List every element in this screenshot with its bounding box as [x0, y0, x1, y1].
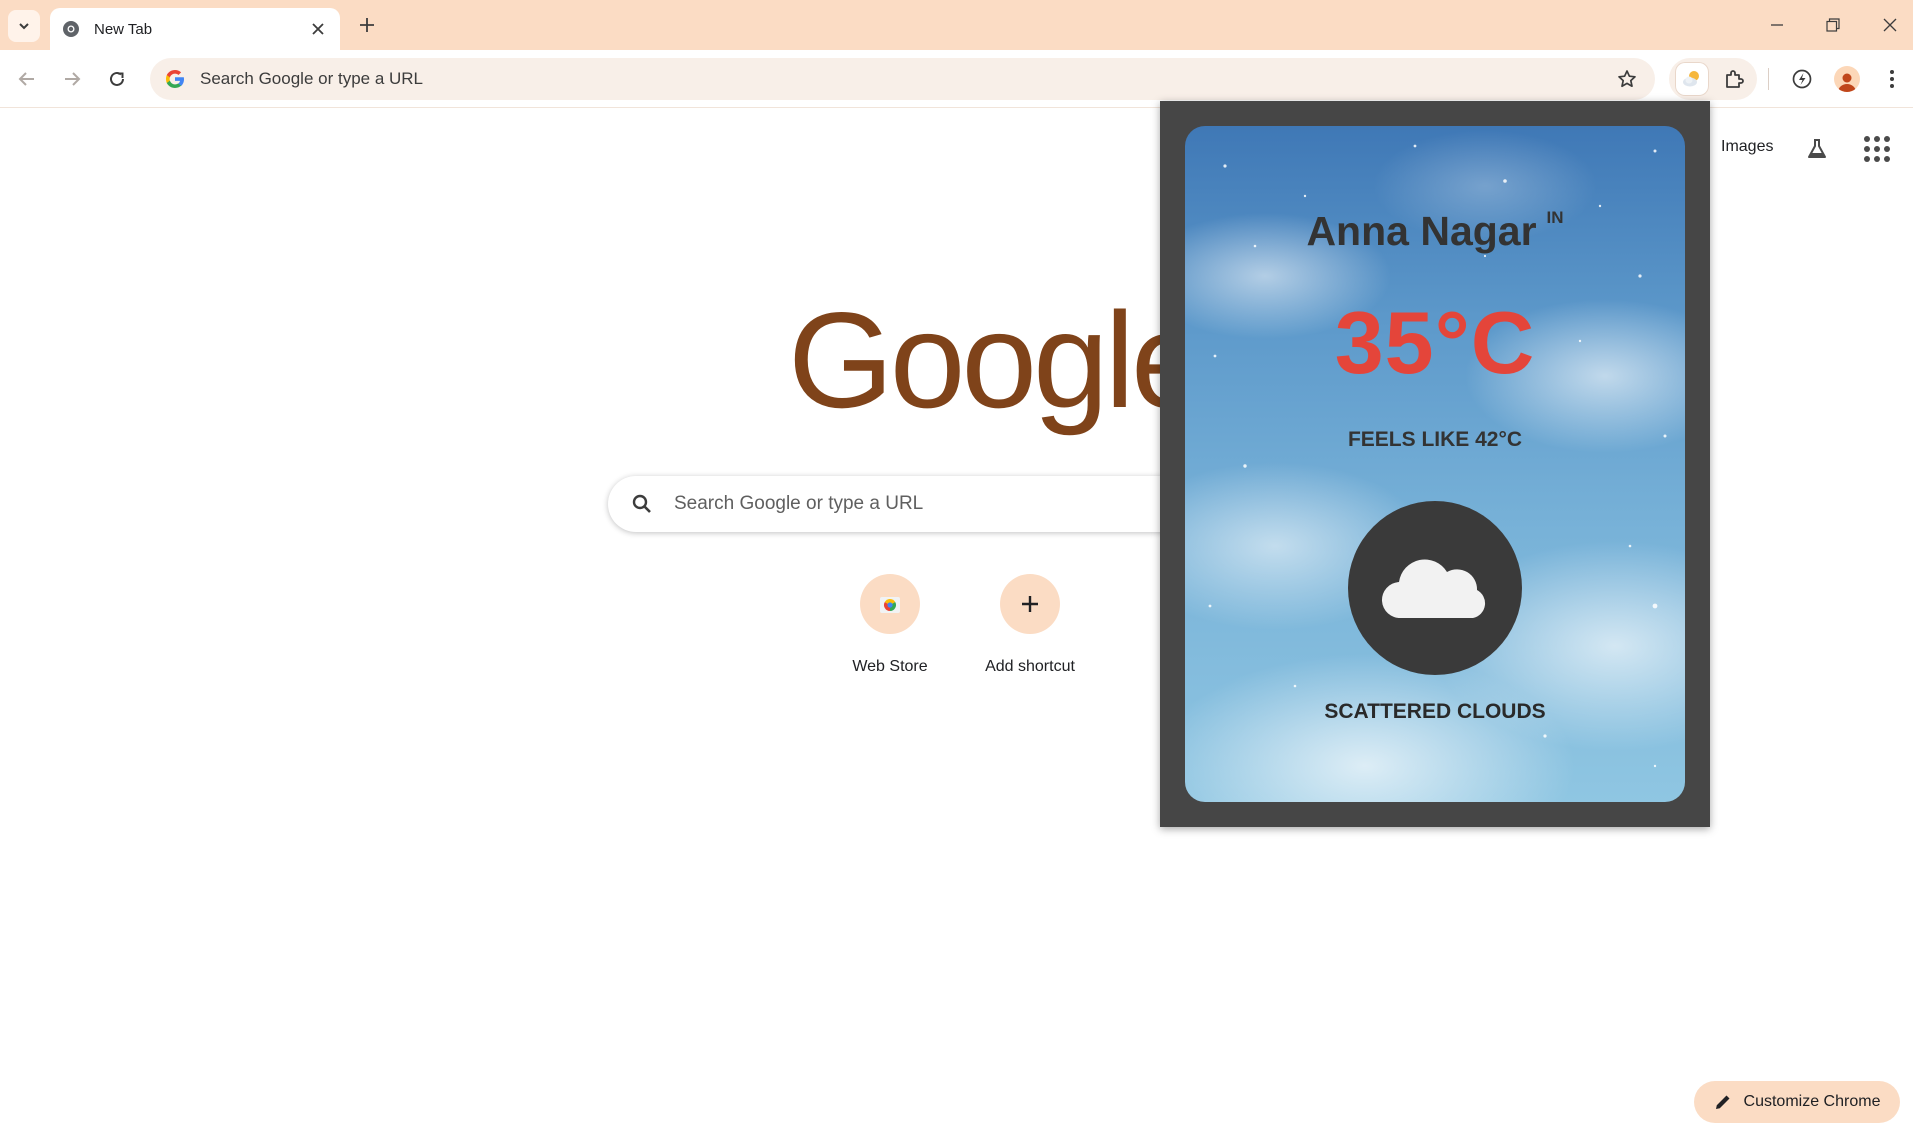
cloud-icon [1381, 559, 1486, 619]
apps-grid-dot [1874, 136, 1880, 142]
apps-grid-dot [1874, 146, 1880, 152]
minimize-icon [1771, 24, 1783, 26]
apps-grid-dot [1884, 146, 1890, 152]
tab-strip: New Tab [0, 0, 1913, 50]
avatar [1834, 66, 1860, 92]
country-code: IN [1546, 208, 1564, 227]
weather-icon-badge [1348, 501, 1522, 675]
temperature: 35°C [1334, 293, 1536, 392]
apps-grid-dot [1874, 156, 1880, 162]
performance-icon [1792, 69, 1812, 89]
google-apps-button[interactable] [1862, 134, 1892, 164]
chevron-down-icon [19, 23, 29, 30]
apps-grid-dot [1864, 146, 1870, 152]
person-icon [1838, 73, 1856, 92]
reload-icon [110, 71, 124, 86]
extensions-group [1669, 58, 1757, 100]
weather-extension-icon [1683, 71, 1699, 87]
google-g-icon [166, 70, 184, 88]
tab-search-button[interactable] [8, 10, 40, 42]
address-bar[interactable]: Search Google or type a URL [150, 58, 1655, 100]
reload-button[interactable] [101, 63, 133, 95]
plus-icon [1022, 596, 1038, 612]
pencil-icon [1715, 1095, 1730, 1109]
bookmark-button[interactable] [1609, 61, 1645, 97]
performance-button[interactable] [1786, 63, 1818, 95]
apps-grid-dot [1864, 136, 1870, 142]
restore-icon [1826, 18, 1840, 32]
city-label: Anna Nagar [1306, 208, 1537, 254]
search-icon [632, 494, 651, 513]
close-window-button[interactable] [1870, 10, 1910, 40]
apps-grid-dot [1884, 156, 1890, 162]
address-bar-text: Search Google or type a URL [200, 69, 424, 88]
plus-icon [360, 18, 374, 32]
close-icon [312, 23, 324, 35]
weather-card: Anna Nagar IN 35°C FEELS LIKE 42°C SCATTE… [1185, 126, 1685, 802]
close-tab-button[interactable] [308, 19, 328, 39]
back-button[interactable] [11, 63, 43, 95]
chrome-icon [62, 20, 80, 38]
profile-button[interactable] [1831, 63, 1863, 95]
tab-new-tab[interactable]: New Tab [50, 8, 340, 50]
weather-popup: Anna Nagar IN 35°C FEELS LIKE 42°C SCATTE… [1160, 101, 1710, 827]
web-store-icon [880, 597, 900, 613]
weather-description: SCATTERED CLOUDS [1324, 700, 1546, 723]
star-icon [1618, 70, 1636, 88]
flask-icon [1808, 139, 1826, 158]
images-link[interactable]: Images [1721, 138, 1773, 156]
forward-arrow-icon [65, 72, 81, 86]
search-labs-button[interactable] [1802, 134, 1832, 164]
apps-grid-dot [1884, 136, 1890, 142]
shortcut-tile [860, 574, 920, 634]
apps-grid-dot [1864, 156, 1870, 162]
shortcut-web-store[interactable]: Web Store [834, 572, 946, 676]
new-tab-button[interactable] [354, 12, 380, 38]
shortcut-label: Add shortcut [985, 658, 1075, 675]
restore-button[interactable] [1813, 10, 1853, 40]
close-icon [1883, 18, 1897, 32]
customize-chrome-button[interactable]: Customize Chrome [1694, 1081, 1900, 1123]
shortcut-tile [1000, 574, 1060, 634]
customize-chrome-label: Customize Chrome [1743, 1093, 1881, 1110]
more-vertical-icon [1890, 70, 1894, 88]
weather-extension-button[interactable] [1675, 62, 1709, 96]
puzzle-piece-icon [1726, 70, 1744, 88]
ntp-search-placeholder: Search Google or type a URL [674, 493, 924, 514]
feels-like: FEELS LIKE 42°C [1347, 428, 1523, 451]
extensions-menu-button[interactable] [1717, 62, 1751, 96]
google-logo: Google [788, 284, 1207, 436]
back-arrow-icon [18, 72, 34, 86]
city-name: Anna Nagar IN [1185, 208, 1685, 255]
forward-button[interactable] [56, 63, 88, 95]
toolbar: Search Google or type a URL [0, 50, 1913, 108]
tab-title: New Tab [94, 20, 153, 38]
toolbar-separator [1768, 68, 1769, 90]
shortcut-label: Web Store [852, 658, 928, 675]
shortcut-add[interactable]: Add shortcut [974, 572, 1086, 676]
minimize-button[interactable] [1757, 10, 1797, 40]
chrome-menu-button[interactable] [1876, 63, 1908, 95]
